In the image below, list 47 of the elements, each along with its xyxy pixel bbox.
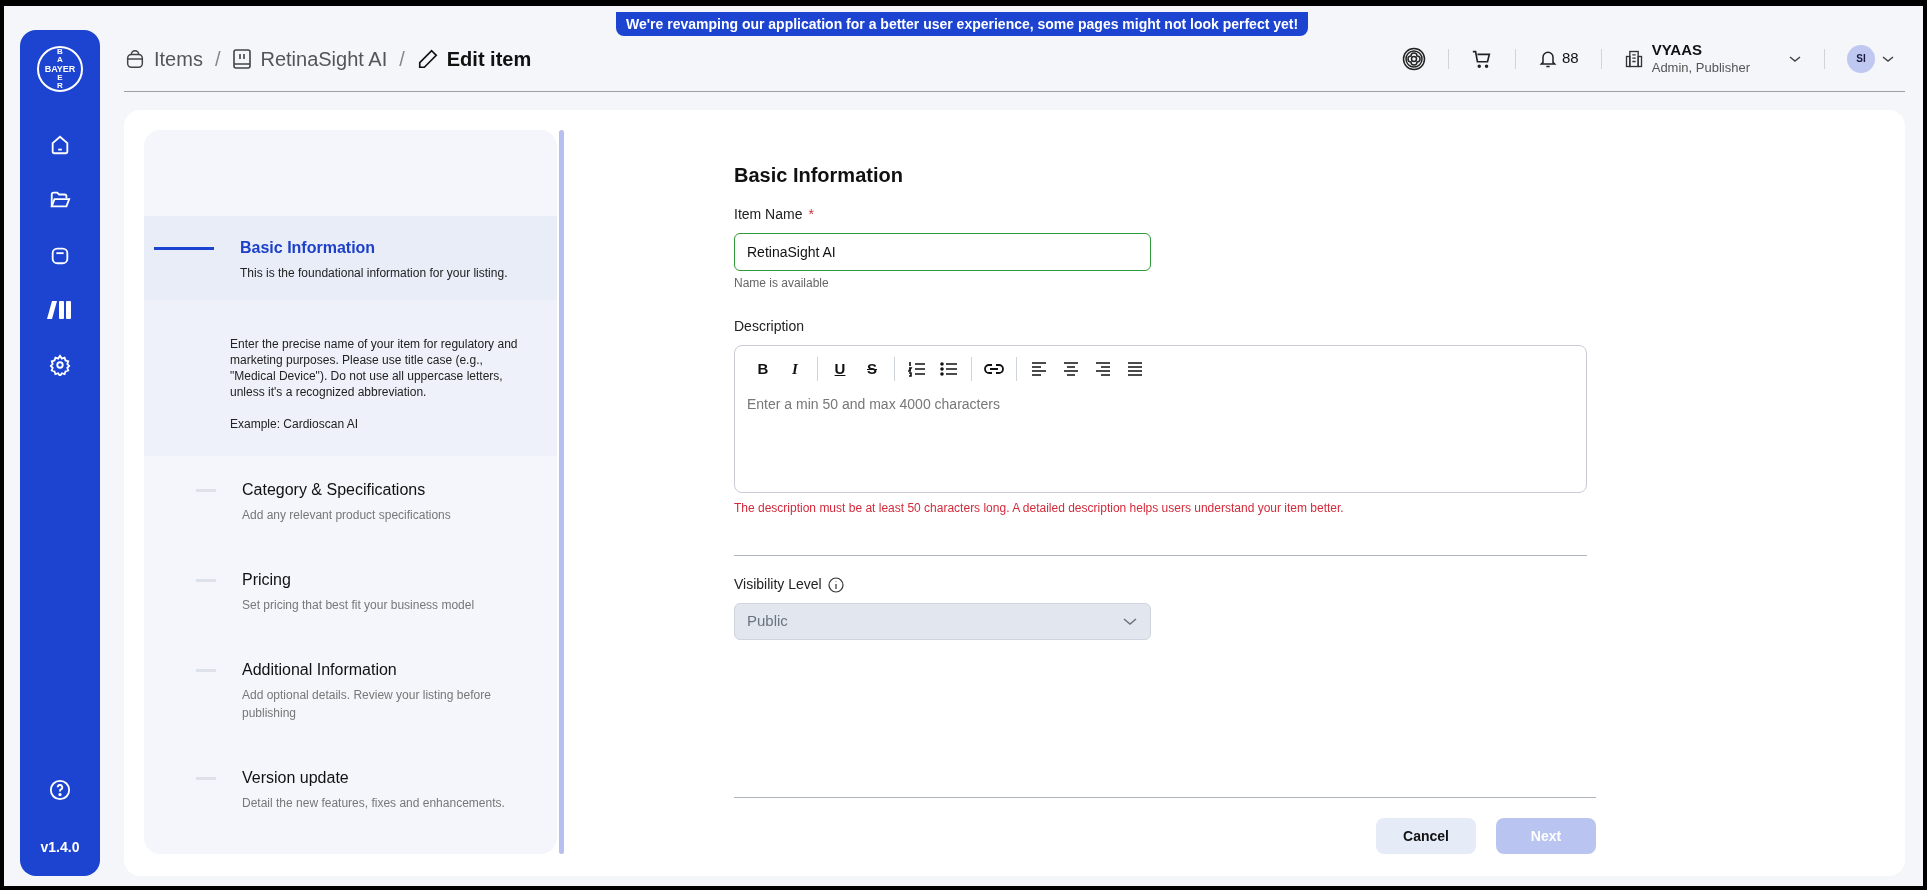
error-message: The description must be at least 50 characters long. A detailed description helps users understand your item better.	[734, 500, 1345, 517]
step-description: Set pricing that best fit your business model	[242, 597, 476, 614]
logo[interactable]: BA BAYER ER	[37, 46, 83, 92]
user-avatar[interactable]: SI	[1847, 44, 1875, 73]
field-helper-text: Name is available	[734, 275, 830, 292]
step-title: Additional Information	[242, 660, 398, 680]
logo-text: ER	[56, 73, 64, 91]
breadcrumb-separator: /	[399, 46, 405, 72]
hint-text: Example: Cardioscan AI	[230, 416, 360, 432]
field-label: Visibility Level	[734, 575, 822, 594]
step-title: Category & Specifications	[242, 480, 427, 500]
field-label: Item Name	[734, 205, 803, 224]
field-label: Description	[734, 317, 806, 336]
step-description: Add any relevant product specifications	[242, 507, 452, 524]
step-item[interactable]: Additional Information Add optional details. Review your listing before publishing	[144, 636, 557, 744]
step-item[interactable]: Basic Information This is the foundational information for your listing.	[144, 216, 557, 300]
step-item[interactable]: Pricing Set pricing that best fit your business model	[144, 546, 557, 636]
step-item[interactable]: Version update Detail the new features, fixes and enhancements.	[144, 744, 557, 834]
step-description: Add optional details. Review your listing before publishing	[242, 687, 492, 722]
underline-button[interactable]: U	[824, 356, 856, 382]
item-name-field[interactable]: RetinaSight AI	[734, 233, 1151, 271]
step-title: Version update	[242, 768, 350, 788]
required-mark: *	[808, 205, 814, 224]
organization-name: VYAAS	[1651, 41, 1704, 60]
step-description: This is the foundational information for your listing.	[240, 265, 509, 282]
step-title: Basic Information	[240, 238, 377, 258]
breadcrumb-separator: /	[214, 46, 221, 72]
breadcrumb-current: Edit item	[446, 46, 532, 72]
version-label: v1.4.0	[40, 838, 80, 857]
step-description: Detail the new features, fixes and enhancements.	[242, 795, 506, 812]
placeholder-text: Enter a min 50 and max 4000 characters	[747, 395, 1001, 414]
breadcrumb-link[interactable]: RetinaSight AI	[260, 43, 388, 74]
italic-button[interactable]: I	[779, 356, 811, 382]
announcement-banner: We're revamping our application for a better user experience, some pages might not look perfect yet!	[616, 12, 1309, 36]
section-heading: Basic Information	[734, 163, 904, 188]
bold-button[interactable]: B	[747, 356, 779, 382]
breadcrumb-link[interactable]: Items	[154, 43, 203, 74]
notifications-button[interactable]: 88	[1538, 47, 1579, 70]
step-title: Pricing	[242, 570, 292, 590]
logo-text: BA	[56, 47, 64, 65]
step-item[interactable]: Category & Specifications Add any relevant product specifications	[144, 456, 557, 546]
logo-text: BAYER	[44, 64, 76, 74]
hint-text: Enter the precise name of your item for regulatory and marketing purposes. Please use title case (e.g., "Medical Device"). Do not use all uppercase letters, unless it's a recognized abbreviation.	[230, 336, 519, 400]
cancel-button[interactable]: Cancel	[1376, 818, 1476, 854]
strike-button[interactable]: S	[856, 356, 888, 382]
organization-roles: Admin, Publisher	[1651, 59, 1750, 76]
description-editor[interactable]: B I U S Enter a min 50 and max 4000 characters	[734, 345, 1587, 493]
